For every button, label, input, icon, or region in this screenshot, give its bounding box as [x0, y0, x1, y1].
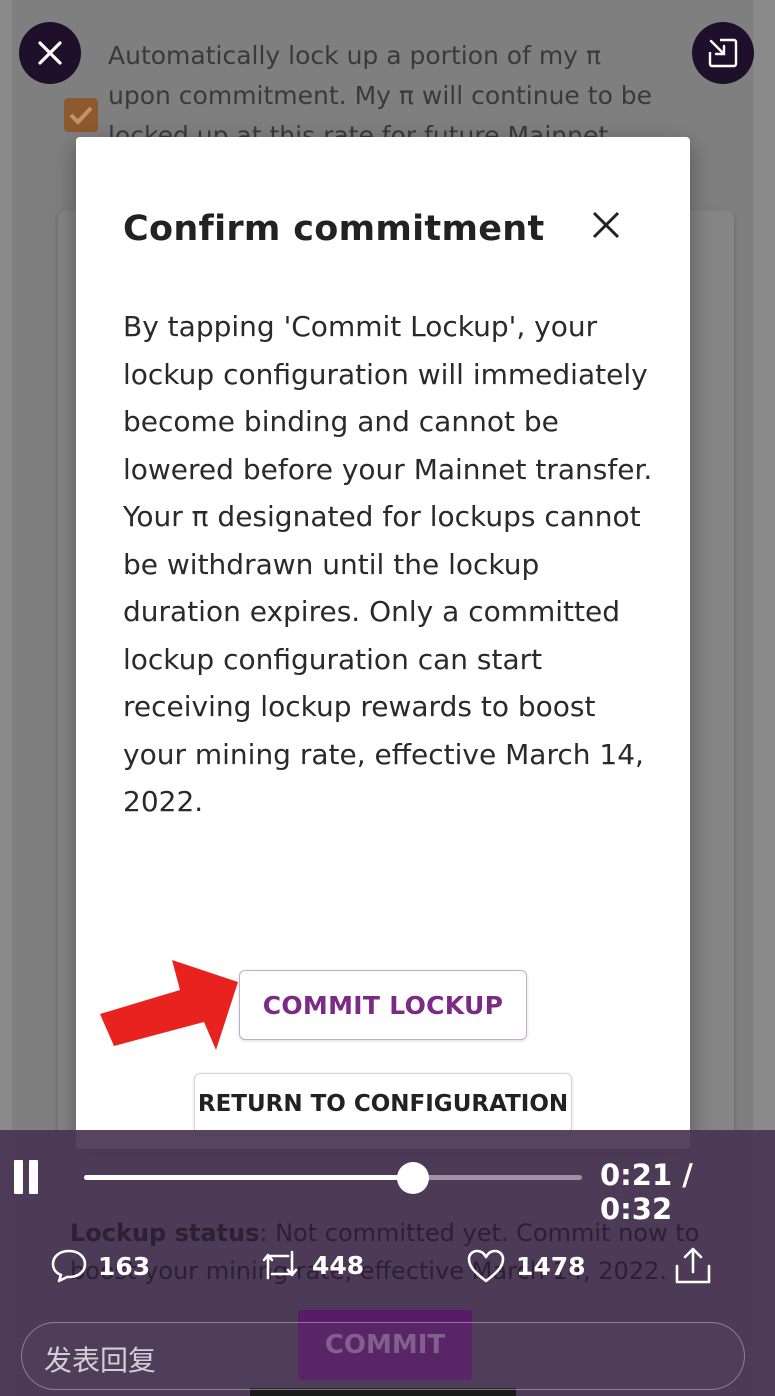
pause-icon-bar — [14, 1160, 23, 1194]
pause-button[interactable] — [14, 1160, 40, 1194]
share-button[interactable] — [672, 1246, 714, 1290]
comments-button[interactable]: 163 — [50, 1248, 150, 1284]
progress-fill — [84, 1175, 413, 1180]
close-video-button[interactable] — [19, 22, 81, 84]
red-arrow-icon — [100, 960, 238, 1050]
repost-icon — [262, 1250, 298, 1280]
dialog-close-button[interactable] — [586, 205, 626, 245]
comments-count: 163 — [98, 1251, 151, 1281]
lockup-checkbox — [64, 98, 98, 132]
comment-bubble-icon — [51, 1249, 87, 1283]
repost-button[interactable]: 448 — [258, 1248, 364, 1282]
video-control-bar: Lockup status: Not committed yet. Commit… — [0, 1130, 775, 1396]
return-to-configuration-button[interactable]: RETURN TO CONFIGURATION — [194, 1073, 572, 1135]
commit-lockup-button[interactable]: COMMIT LOCKUP — [239, 970, 527, 1040]
dialog-body-text: By tapping 'Commit Lockup', your lockup … — [123, 310, 653, 818]
progress-knob[interactable] — [396, 1162, 429, 1194]
close-icon — [592, 211, 620, 239]
reply-placeholder: 发表回复 — [44, 1344, 157, 1377]
share-icon — [675, 1247, 711, 1284]
reposts-count: 448 — [312, 1250, 365, 1280]
dialog-title: Confirm commitment — [123, 209, 545, 249]
lockup-status-label: Lockup status — [70, 1219, 260, 1247]
picture-in-picture-button[interactable] — [692, 22, 754, 84]
likes-count: 1478 — [516, 1251, 586, 1281]
time-readout: 0:21 / 0:32 — [600, 1158, 693, 1226]
pip-icon — [708, 38, 738, 68]
pause-icon-bar — [29, 1160, 38, 1194]
close-icon — [38, 41, 62, 65]
reply-input[interactable]: 发表回复 — [21, 1322, 745, 1390]
heart-icon — [467, 1249, 505, 1283]
checkmark-icon — [69, 106, 93, 125]
like-button[interactable]: 1478 — [466, 1248, 586, 1284]
progress-track[interactable] — [84, 1162, 582, 1194]
